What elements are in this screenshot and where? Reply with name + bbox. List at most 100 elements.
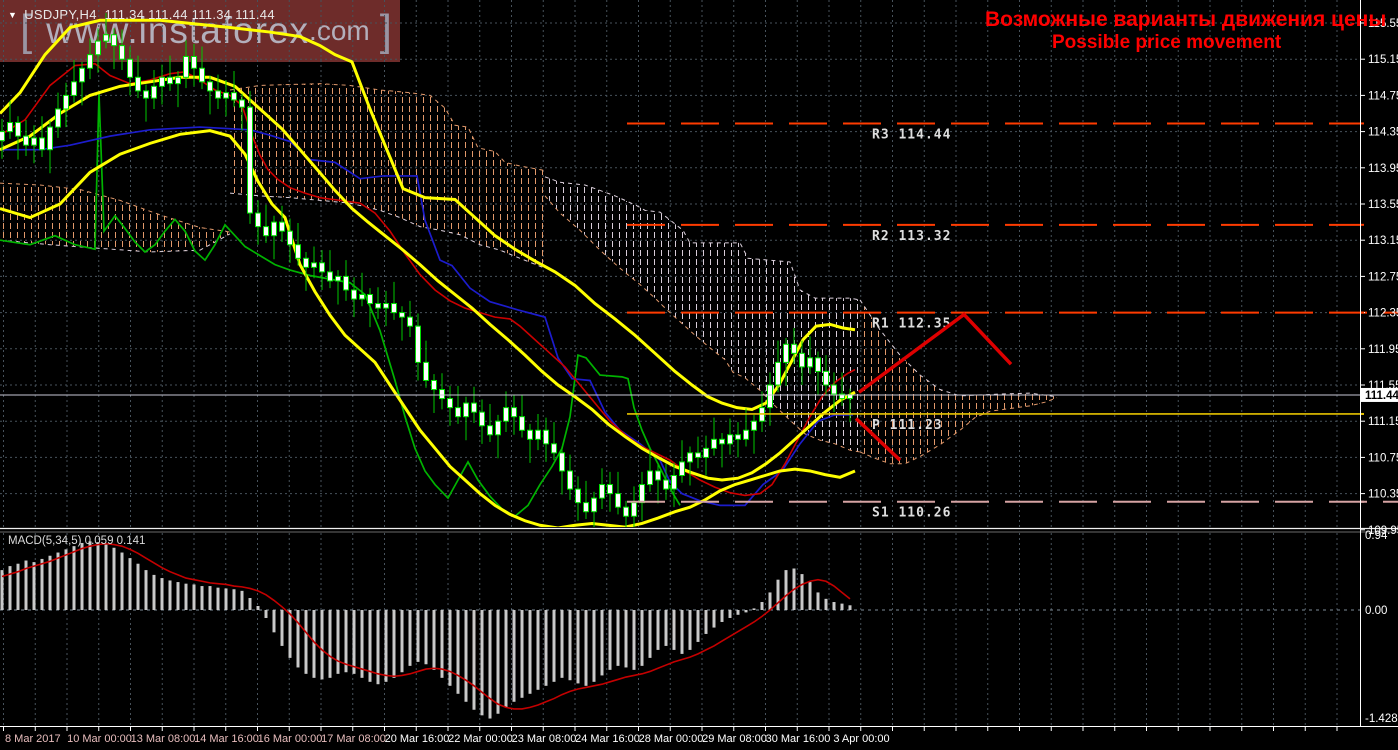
macd-histogram-bar	[473, 610, 476, 710]
candle-body	[528, 430, 533, 439]
time-axis[interactable]: 8 Mar 201710 Mar 00:0013 Mar 08:0014 Mar…	[4, 727, 1338, 745]
candle-body	[512, 408, 517, 417]
candle-body	[400, 313, 405, 318]
candle-body	[720, 439, 725, 444]
macd-histogram-bar	[225, 588, 228, 610]
macd-histogram-bar	[273, 610, 276, 632]
macd-histogram-bar	[41, 559, 44, 610]
time-axis-label: 14 Mar 16:00	[194, 733, 259, 745]
macd-histogram-bar	[81, 543, 84, 610]
time-axis-label: 24 Mar 16:00	[575, 733, 640, 745]
macd-histogram-bar	[321, 610, 324, 679]
macd-histogram-bar	[817, 592, 820, 610]
time-axis-label: 3 Apr 00:00	[833, 733, 889, 745]
candle-body	[160, 77, 165, 86]
svg-text:113.55: 113.55	[1368, 199, 1398, 211]
candle-body	[608, 485, 613, 494]
pivot-label-R1: R1 112.35	[872, 317, 951, 332]
candle-body	[208, 82, 213, 91]
candle-body	[384, 304, 389, 309]
candle-body	[240, 100, 245, 107]
candle-body	[752, 421, 757, 430]
pivot-label-P: P 111.23	[872, 418, 943, 433]
svg-text:113.15: 113.15	[1368, 235, 1398, 247]
macd-histogram-bar	[457, 610, 460, 694]
candle-body	[288, 231, 293, 245]
macd-histogram-bar	[801, 574, 804, 610]
svg-text:111.44: 111.44	[1365, 390, 1398, 402]
candle-body	[272, 222, 277, 236]
macd-histogram-bar	[577, 610, 580, 683]
macd-histogram-bar	[417, 610, 420, 662]
macd-indicator-label: MACD(5,34,5) 0.059 0.141	[8, 535, 145, 547]
macd-histogram-bar	[385, 610, 388, 682]
svg-text:111.15: 111.15	[1368, 416, 1398, 428]
chevron-down-icon[interactable]: ▼	[8, 10, 17, 20]
candle-body	[592, 498, 597, 512]
candle-body	[472, 403, 477, 412]
candle-body	[408, 317, 413, 326]
macd-histogram-bar	[425, 610, 428, 664]
pivot-label-S1: S1 110.26	[872, 506, 951, 521]
macd-histogram-bar	[249, 598, 252, 610]
macd-histogram-bar	[57, 553, 60, 610]
svg-text:114.35: 114.35	[1368, 127, 1398, 139]
macd-panel[interactable]	[0, 541, 1360, 718]
candle-body	[128, 59, 133, 77]
ohlc-values: 111.34 111.44 111.34 111.44	[105, 7, 275, 22]
candle-body	[816, 358, 821, 372]
macd-histogram-bar	[177, 582, 180, 610]
candle-body	[440, 390, 445, 399]
svg-text:113.95: 113.95	[1368, 163, 1398, 175]
macd-histogram-bar	[649, 610, 652, 658]
macd-histogram-bar	[217, 588, 220, 610]
candle-body	[680, 462, 685, 476]
candle-body	[584, 503, 589, 512]
macd-histogram-bar	[785, 570, 788, 610]
macd-histogram-bar	[553, 610, 556, 682]
ichimoku-cloud	[0, 183, 230, 252]
candle-body	[576, 489, 581, 503]
macd-histogram-bar	[209, 586, 212, 610]
candle-body	[304, 258, 309, 267]
price-axis[interactable]: 115.55115.15114.75114.35113.95113.55113.…	[1360, 18, 1398, 725]
candle-body	[448, 399, 453, 408]
macd-histogram-bar	[633, 610, 636, 670]
macd-histogram-bar	[305, 610, 308, 674]
macd-histogram-bar	[681, 610, 684, 654]
time-axis-label: 22 Mar 00:00	[448, 733, 513, 745]
macd-histogram-bar	[641, 610, 644, 666]
svg-text:115.15: 115.15	[1368, 54, 1398, 66]
macd-histogram-bar	[753, 608, 756, 610]
chart-canvas[interactable]: R3 114.44R2 113.32R1 112.35P 111.23S1 11…	[0, 0, 1398, 750]
candle-body	[80, 68, 85, 82]
symbol-title: ▼USDJPY,H4 111.34 111.44 111.34 111.44	[8, 7, 275, 22]
candle-body	[320, 263, 325, 272]
macd-histogram-bar	[9, 566, 12, 610]
svg-text:110.35: 110.35	[1368, 489, 1398, 501]
macd-histogram-bar	[129, 558, 132, 610]
candle-body	[808, 358, 813, 367]
time-axis-label: 29 Mar 08:00	[702, 733, 767, 745]
candle-body	[832, 385, 837, 394]
candle-body	[192, 56, 197, 68]
macd-histogram-bar	[625, 610, 628, 667]
macd-histogram-bar	[809, 582, 812, 610]
candle-body	[280, 222, 285, 231]
macd-axis-label: -1.428	[1365, 713, 1398, 725]
candle-body	[232, 93, 237, 100]
macd-histogram-bar	[521, 610, 524, 698]
candle-body	[688, 453, 693, 462]
macd-histogram-bar	[169, 580, 172, 610]
time-axis-label: 16 Mar 00:00	[258, 733, 323, 745]
candle-body	[480, 412, 485, 426]
candle-body	[72, 82, 77, 96]
macd-histogram-bar	[593, 610, 596, 682]
macd-histogram-bar	[409, 610, 412, 666]
time-axis-label: 17 Mar 08:00	[321, 733, 386, 745]
macd-histogram-bar	[841, 604, 844, 610]
candle-body	[24, 136, 29, 145]
candle-body	[536, 430, 541, 439]
macd-histogram-bar	[545, 610, 548, 686]
candle-body	[120, 46, 125, 60]
